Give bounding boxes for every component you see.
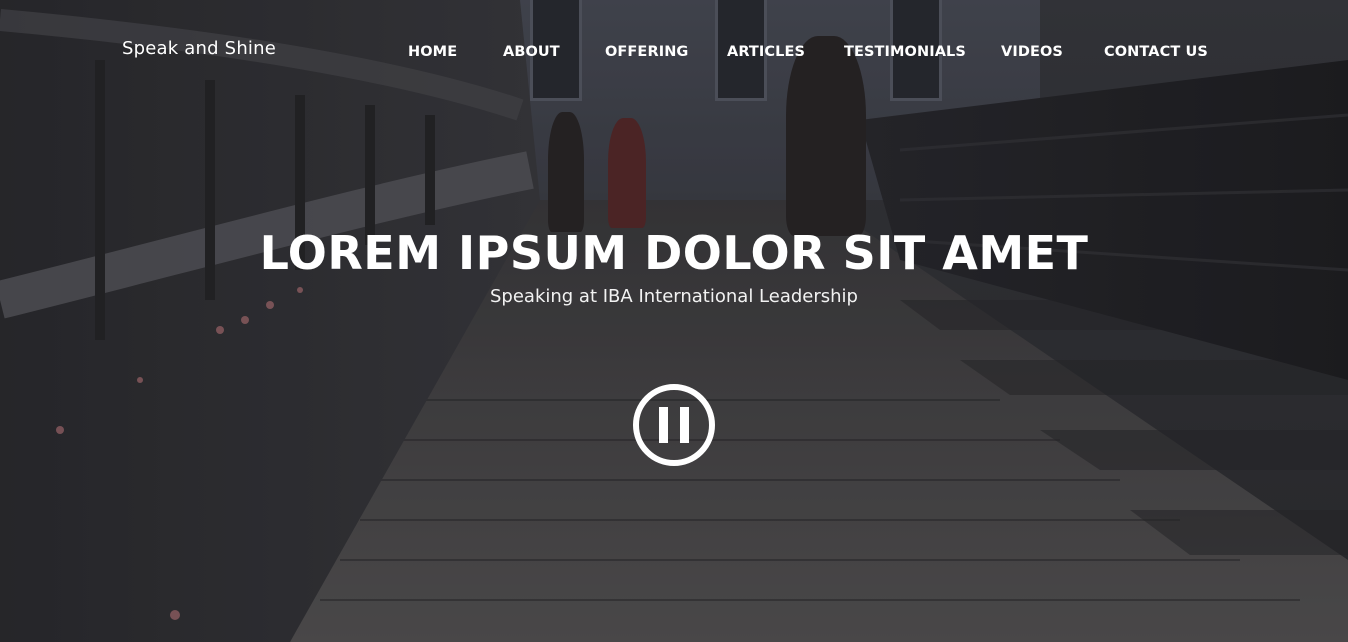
nav-item-contact-us[interactable]: CONTACT US	[1104, 44, 1208, 60]
hero-title: LOREM IPSUM DOLOR SIT AMET	[259, 226, 1089, 280]
pause-button[interactable]	[632, 383, 716, 467]
nav-item-articles[interactable]: ARTICLES	[727, 44, 805, 60]
hero-background-image	[0, 0, 1348, 642]
hero-section: Speak and Shine HOME ABOUT OFFERING ARTI…	[0, 0, 1348, 642]
pause-circle-icon	[633, 384, 715, 466]
nav-item-videos[interactable]: VIDEOS	[1001, 44, 1063, 60]
hero-subtitle: Speaking at IBA International Leadership	[490, 286, 858, 307]
nav-item-testimonials[interactable]: TESTIMONIALS	[844, 44, 966, 60]
nav-item-about[interactable]: ABOUT	[503, 44, 560, 60]
nav-item-offering[interactable]: OFFERING	[605, 44, 688, 60]
nav-item-home[interactable]: HOME	[408, 44, 457, 60]
site-logo[interactable]: Speak and Shine	[122, 38, 276, 59]
